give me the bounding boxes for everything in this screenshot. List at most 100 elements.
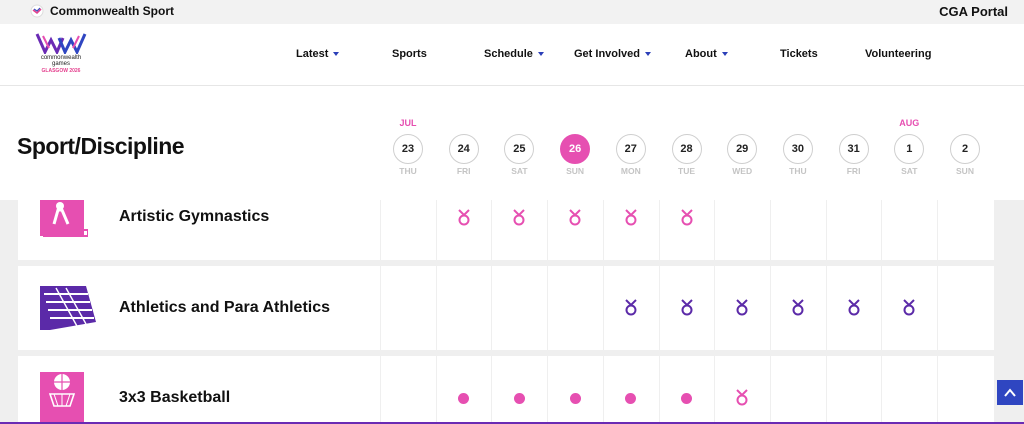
weekday-label: MON	[620, 166, 641, 176]
nav-label: Get Involved	[574, 48, 641, 60]
schedule-cell	[881, 196, 937, 260]
date-29[interactable]: 29	[727, 134, 758, 164]
month-label: AUG	[899, 118, 920, 128]
date-25[interactable]: 25	[504, 134, 535, 164]
chevron-down-icon	[645, 52, 652, 57]
sport-row-3x3-basketball[interactable]: 3x3 Basketball	[18, 356, 994, 422]
schedule-cell	[547, 356, 603, 422]
nav-label: Sports	[392, 48, 427, 60]
schedule-cell	[714, 196, 770, 260]
schedule-cell	[825, 196, 882, 260]
date-24[interactable]: 24	[448, 134, 479, 164]
schedule-cell	[547, 196, 603, 260]
brand-label: Commonwealth Sport	[50, 4, 175, 18]
medal-icon[interactable]	[680, 299, 694, 317]
medal-icon[interactable]	[735, 389, 749, 407]
weekday-label: WED	[732, 166, 753, 176]
nav-label: Volunteering	[865, 48, 932, 60]
schedule-cell	[937, 266, 993, 350]
event-dot-icon[interactable]	[681, 392, 692, 404]
nav-label: Latest	[296, 48, 329, 60]
schedule-cell	[658, 196, 715, 260]
commonwealth-sport-logo-icon	[30, 4, 44, 18]
schedule-cell	[769, 196, 826, 260]
weekday-label: TUE	[678, 166, 695, 176]
schedule-header: Sport/Discipline JUL AUG 23 THU 24 FRI 25 SAT 26…	[0, 86, 1024, 200]
chevron-up-icon	[1004, 387, 1016, 397]
main-nav: commonwealth games GLASGOW 2026 Latest S…	[0, 24, 1024, 86]
medal-icon[interactable]	[512, 209, 526, 227]
date-27[interactable]: 27	[615, 134, 646, 164]
glasgow-2026-logo[interactable]: commonwealth games GLASGOW 2026	[30, 32, 92, 80]
month-label: JUL	[399, 118, 417, 128]
medal-icon[interactable]	[624, 299, 638, 317]
medal-icon[interactable]	[791, 299, 805, 317]
schedule-cell	[491, 356, 547, 422]
event-dot-icon[interactable]	[513, 392, 525, 404]
nav-label: About	[685, 48, 717, 60]
weekday-label: FRI	[456, 166, 471, 176]
schedule-cell	[881, 356, 937, 422]
nav-about[interactable]: About	[685, 48, 728, 60]
nav-latest[interactable]: Latest	[296, 48, 340, 60]
sport-name[interactable]: Artistic Gymnastics	[119, 208, 269, 226]
medal-icon[interactable]	[680, 209, 694, 227]
medal-icon[interactable]	[624, 209, 638, 227]
logo-text-line3: GLASGOW 2026	[41, 68, 81, 74]
chevron-down-icon	[537, 52, 544, 57]
basketball-icon	[40, 372, 84, 422]
nav-get-involved[interactable]: Get Involved	[574, 48, 652, 60]
schedule-cell	[435, 196, 492, 260]
date-26[interactable]: 26	[560, 134, 591, 164]
medal-icon[interactable]	[902, 299, 916, 317]
medal-icon[interactable]	[568, 209, 582, 227]
date-2[interactable]: 2	[950, 134, 980, 164]
schedule-cell	[602, 356, 659, 422]
nav-schedule[interactable]: Schedule	[484, 48, 544, 60]
sport-name[interactable]: 3x3 Basketball	[119, 389, 230, 407]
schedule-cell	[769, 356, 826, 422]
nav-volunteering[interactable]: Volunteering	[865, 48, 931, 60]
event-dot-icon[interactable]	[458, 392, 470, 404]
schedule-cell	[380, 356, 436, 422]
nav-sports[interactable]: Sports	[392, 48, 427, 60]
schedule-cell	[491, 196, 547, 260]
weekday-label: FRI	[846, 166, 861, 176]
sport-row-artistic-gymnastics[interactable]: Artistic Gymnastics	[18, 196, 994, 260]
weekday-label: THU	[789, 166, 807, 176]
event-dot-icon[interactable]	[569, 392, 581, 404]
page-title: Sport/Discipline	[17, 133, 185, 159]
sport-row-athletics[interactable]: Athletics and Para Athletics	[18, 266, 994, 350]
weekday-label: SUN	[566, 166, 585, 176]
nav-tickets[interactable]: Tickets	[780, 48, 818, 60]
date-23[interactable]: 23	[393, 134, 423, 164]
athletics-icon	[40, 286, 96, 330]
date-28[interactable]: 28	[671, 134, 702, 164]
games-emblem-icon	[35, 33, 87, 54]
commonwealth-sport-link[interactable]: Commonwealth Sport	[30, 4, 174, 18]
date-1[interactable]: 1	[894, 134, 925, 164]
medal-icon[interactable]	[735, 299, 749, 317]
date-30[interactable]: 30	[782, 134, 813, 164]
chevron-down-icon	[721, 52, 728, 57]
medal-icon[interactable]	[847, 299, 861, 317]
sport-name[interactable]: Athletics and Para Athletics	[119, 299, 330, 317]
schedule-cell	[825, 356, 882, 422]
schedule-cell	[937, 196, 993, 260]
medal-icon[interactable]	[457, 209, 471, 227]
schedule-cell	[658, 356, 715, 422]
cga-portal-link[interactable]: CGA Portal	[939, 4, 1008, 19]
schedule-cell	[380, 196, 436, 260]
weekday-label: SAT	[511, 166, 528, 176]
schedule-cell	[491, 266, 547, 350]
date-31[interactable]: 31	[838, 134, 869, 164]
event-dot-icon[interactable]	[625, 392, 637, 404]
weekday-label: SUN	[956, 166, 974, 176]
schedule-cell	[547, 266, 603, 350]
back-to-top-button[interactable]	[997, 380, 1023, 405]
schedule-cell	[435, 266, 492, 350]
weekday-label: THU	[399, 166, 417, 176]
chevron-down-icon	[333, 52, 340, 57]
schedule-cell	[435, 356, 492, 422]
artistic-gymnastics-icon	[40, 196, 88, 237]
